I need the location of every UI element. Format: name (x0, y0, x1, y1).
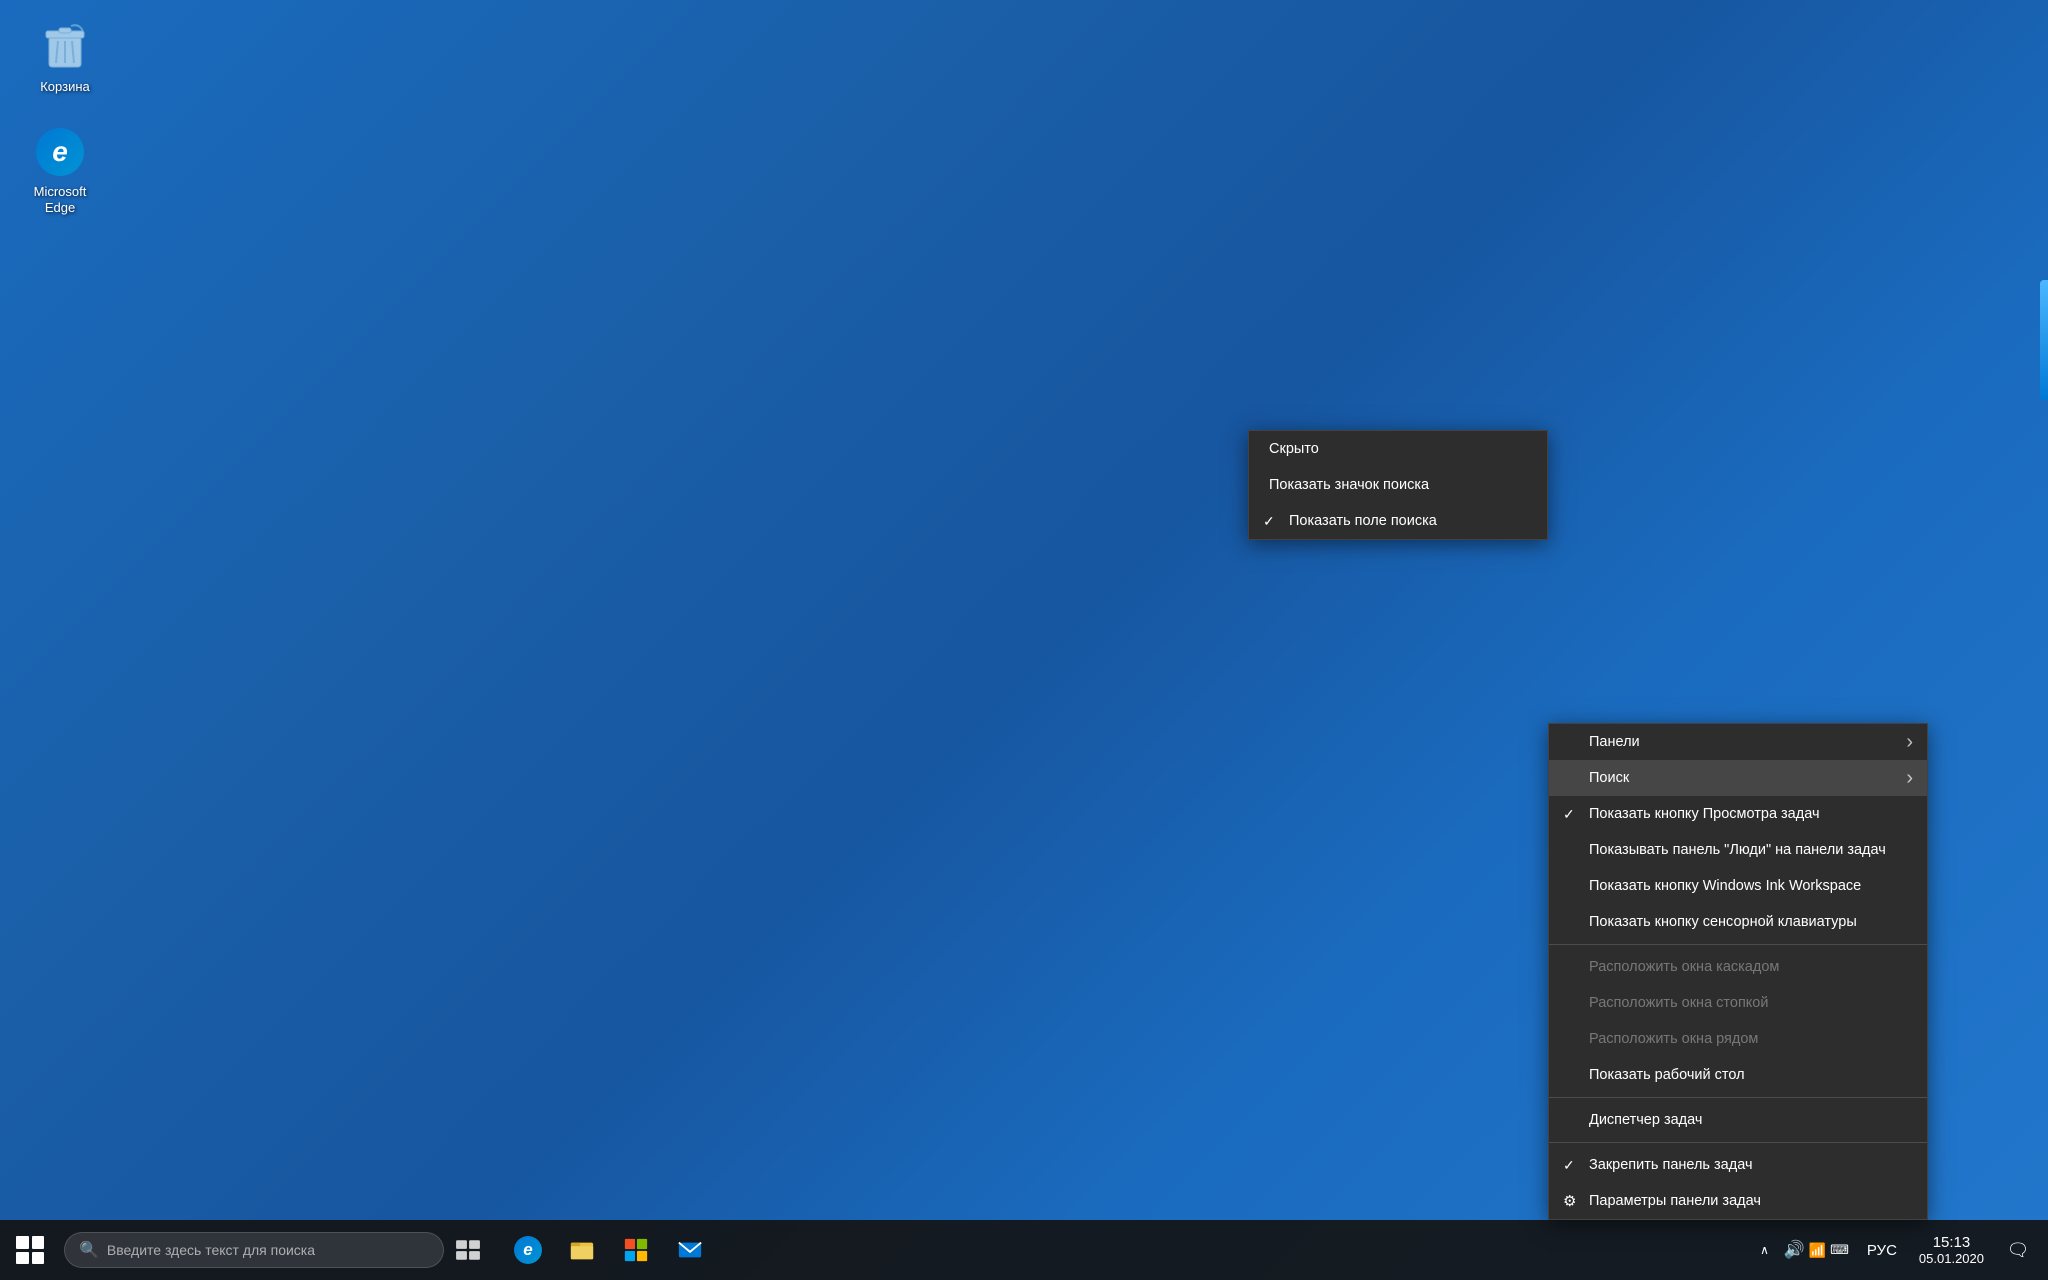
panels-item[interactable]: Панели (1549, 724, 1927, 760)
start-button[interactable] (0, 1220, 60, 1280)
separator-1 (1549, 944, 1927, 945)
notification-button[interactable]: 🗨 (1996, 1220, 2040, 1280)
volume-icon: 📶 (1809, 1242, 1826, 1259)
expand-tray-button[interactable]: ∧ (1754, 1220, 1776, 1280)
taskbar-mail-button[interactable] (664, 1220, 716, 1280)
accent-bar (2040, 280, 2048, 400)
taskbar-store-button[interactable] (610, 1220, 662, 1280)
language-button[interactable]: РУС (1857, 1220, 1907, 1280)
desktop: Корзина e Microsoft Edge Скрыто Показать… (0, 0, 2048, 1280)
recycle-bin-label: Корзина (40, 79, 90, 95)
tray-icons-group[interactable]: 🔊 📶 ⌨ (1776, 1220, 1857, 1280)
side-by-side-item: Расположить окна рядом (1549, 1021, 1927, 1057)
show-keyboard-label: Показать кнопку сенсорной клавиатуры (1589, 914, 1857, 930)
search-hidden-label: Скрыто (1269, 441, 1319, 457)
search-icon: 🔍 (79, 1240, 99, 1260)
windows-logo-icon (16, 1236, 44, 1264)
stack-item: Расположить окна стопкой (1549, 985, 1927, 1021)
gear-icon: ⚙ (1563, 1192, 1576, 1210)
main-context-menu: Панели Поиск Показать кнопку Просмотра з… (1548, 723, 1928, 1220)
desktop-icon-edge[interactable]: e Microsoft Edge (15, 120, 105, 221)
network-icon: 🔊 (1784, 1240, 1805, 1260)
show-task-view-item[interactable]: Показать кнопку Просмотра задач (1549, 796, 1927, 832)
search-show-field-label: Показать поле поиска (1289, 513, 1437, 529)
system-tray: ∧ 🔊 📶 ⌨ РУС 15:13 05.01.2020 🗨 (1754, 1220, 2048, 1280)
language-label: РУС (1867, 1242, 1897, 1259)
side-by-side-label: Расположить окна рядом (1589, 1031, 1758, 1047)
taskbar-settings-item[interactable]: ⚙ Параметры панели задач (1549, 1183, 1927, 1219)
search-item[interactable]: Поиск (1549, 760, 1927, 796)
show-ink-item[interactable]: Показать кнопку Windows Ink Workspace (1549, 868, 1927, 904)
search-bar[interactable]: 🔍 Введите здесь текст для поиска (64, 1232, 444, 1268)
search-label: Поиск (1589, 770, 1629, 786)
cascade-label: Расположить окна каскадом (1589, 959, 1779, 975)
edge-label: Microsoft Edge (21, 184, 99, 215)
lock-taskbar-item[interactable]: Закрепить панель задач (1549, 1147, 1927, 1183)
search-placeholder: Введите здесь текст для поиска (107, 1242, 315, 1258)
show-desktop-label: Показать рабочий стол (1589, 1067, 1745, 1083)
search-show-icon-item[interactable]: Показать значок поиска (1249, 467, 1547, 503)
taskbar-edge-icon: e (514, 1236, 542, 1264)
taskbar-explorer-button[interactable] (556, 1220, 608, 1280)
task-manager-item[interactable]: Диспетчер задач (1549, 1102, 1927, 1138)
search-show-icon-label: Показать значок поиска (1269, 477, 1429, 493)
clock-date: 05.01.2020 (1919, 1251, 1984, 1266)
stack-label: Расположить окна стопкой (1589, 995, 1768, 1011)
taskbar-mail-icon (677, 1237, 703, 1263)
panels-label: Панели (1589, 734, 1640, 750)
separator-2 (1549, 1097, 1927, 1098)
separator-3 (1549, 1142, 1927, 1143)
task-manager-label: Диспетчер задач (1589, 1112, 1702, 1128)
taskbar-settings-label: Параметры панели задач (1589, 1193, 1761, 1209)
expand-tray-icon: ∧ (1760, 1243, 1769, 1257)
wifi-icon: ⌨ (1830, 1242, 1849, 1258)
edge-icon: e (34, 126, 86, 178)
lock-taskbar-label: Закрепить панель задач (1589, 1157, 1753, 1173)
search-show-field-item[interactable]: Показать поле поиска (1249, 503, 1547, 539)
recycle-bin-icon (39, 21, 91, 73)
taskbar-explorer-icon (569, 1237, 595, 1263)
task-view-icon (455, 1237, 481, 1263)
cascade-item: Расположить окна каскадом (1549, 949, 1927, 985)
show-task-view-label: Показать кнопку Просмотра задач (1589, 806, 1820, 822)
show-ink-label: Показать кнопку Windows Ink Workspace (1589, 878, 1861, 894)
clock[interactable]: 15:13 05.01.2020 (1907, 1220, 1996, 1280)
taskbar: 🔍 Введите здесь текст для поиска e (0, 1220, 2048, 1280)
taskbar-edge-button[interactable]: e (502, 1220, 554, 1280)
taskbar-pinned-icons: e (502, 1220, 716, 1280)
search-submenu: Скрыто Показать значок поиска Показать п… (1248, 430, 1548, 540)
show-people-label: Показывать панель "Люди" на панели задач (1589, 842, 1886, 858)
taskbar-store-icon (623, 1237, 649, 1263)
show-desktop-item[interactable]: Показать рабочий стол (1549, 1057, 1927, 1093)
clock-time: 15:13 (1933, 1234, 1971, 1251)
task-view-button[interactable] (444, 1220, 492, 1280)
show-people-item[interactable]: Показывать панель "Люди" на панели задач (1549, 832, 1927, 868)
show-keyboard-item[interactable]: Показать кнопку сенсорной клавиатуры (1549, 904, 1927, 940)
search-hidden-item[interactable]: Скрыто (1249, 431, 1547, 467)
notification-icon: 🗨 (2007, 1240, 2030, 1261)
desktop-icon-recycle[interactable]: Корзина (20, 15, 110, 101)
